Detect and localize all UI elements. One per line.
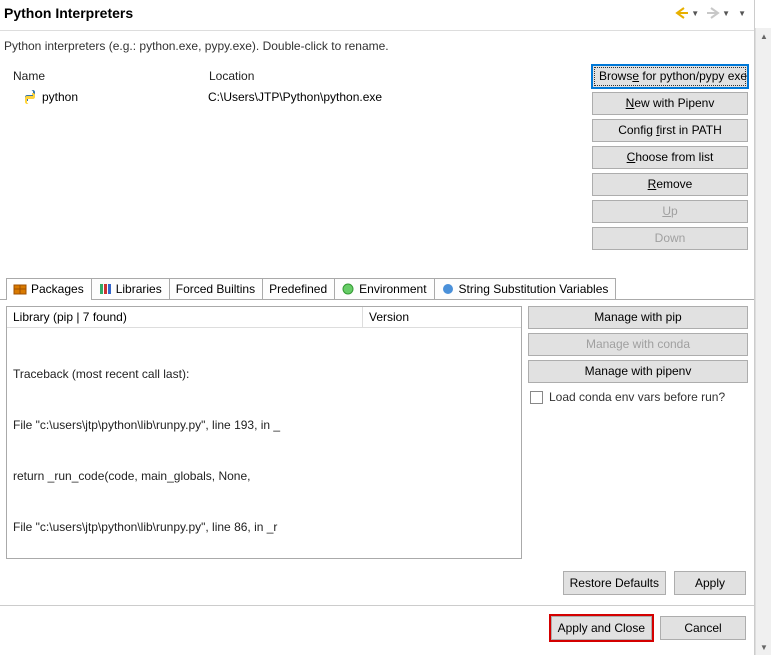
manage-with-pip-button[interactable]: Manage with pip xyxy=(528,306,748,329)
forward-arrow-icon[interactable]: ▼ xyxy=(703,4,732,22)
environment-icon xyxy=(341,282,355,296)
packages-traceback: Traceback (most recent call last): File … xyxy=(7,328,521,558)
tab-predefined[interactable]: Predefined xyxy=(262,278,335,299)
packages-panel[interactable]: Library (pip | 7 found) Version Tracebac… xyxy=(6,306,522,559)
checkbox-icon[interactable] xyxy=(530,391,543,404)
new-with-pipenv-button[interactable]: New with Pipenv xyxy=(592,92,748,115)
tab-label: Predefined xyxy=(269,282,327,296)
back-dropdown-icon[interactable]: ▼ xyxy=(691,9,699,18)
browse-button[interactable]: Browse for python/pypy exe xyxy=(592,65,748,88)
table-row[interactable]: python C:\Users\JTP\Python\python.exe xyxy=(6,87,586,107)
tab-label: String Substitution Variables xyxy=(459,282,609,296)
page-title: Python Interpreters xyxy=(4,5,133,21)
nav-history: ▼ ▼ ▼ xyxy=(672,4,746,22)
column-header-location[interactable]: Location xyxy=(202,65,586,87)
scroll-down-icon[interactable]: ▼ xyxy=(756,639,771,655)
manage-with-pipenv-button[interactable]: Manage with pipenv xyxy=(528,360,748,383)
column-header-version[interactable]: Version xyxy=(363,307,521,327)
apply-button[interactable]: Apply xyxy=(674,571,746,595)
restore-defaults-button[interactable]: Restore Defaults xyxy=(563,571,666,595)
string-sub-icon xyxy=(441,282,455,296)
tab-label: Packages xyxy=(31,282,84,296)
back-arrow-icon[interactable]: ▼ xyxy=(672,4,701,22)
manage-with-conda-button: Manage with conda xyxy=(528,333,748,356)
forward-dropdown-icon[interactable]: ▼ xyxy=(722,9,730,18)
tab-packages[interactable]: Packages xyxy=(6,278,92,300)
libraries-icon xyxy=(98,282,112,296)
config-first-in-path-button[interactable]: Config first in PATH xyxy=(592,119,748,142)
cancel-button[interactable]: Cancel xyxy=(660,616,746,640)
tab-forced-builtins[interactable]: Forced Builtins xyxy=(169,278,263,299)
description-text: Python interpreters (e.g.: python.exe, p… xyxy=(0,35,754,63)
down-button: Down xyxy=(592,227,748,250)
tab-label: Environment xyxy=(359,282,426,296)
apply-and-close-button[interactable]: Apply and Close xyxy=(551,616,652,640)
view-menu-dropdown-icon[interactable]: ▼ xyxy=(738,9,746,18)
column-header-library[interactable]: Library (pip | 7 found) xyxy=(7,307,363,327)
tab-libraries[interactable]: Libraries xyxy=(91,278,170,299)
tab-string-substitution[interactable]: String Substitution Variables xyxy=(434,278,617,299)
interpreter-location: C:\Users\JTP\Python\python.exe xyxy=(202,90,586,104)
packages-icon xyxy=(13,282,27,296)
checkbox-label: Load conda env vars before run? xyxy=(549,390,725,404)
column-header-name[interactable]: Name xyxy=(6,65,202,87)
interpreter-name: python xyxy=(42,90,78,104)
tabs-bar: Packages Libraries Forced Builtins Prede… xyxy=(0,277,754,300)
vertical-scrollbar[interactable]: ▲ ▼ xyxy=(755,28,771,655)
scroll-up-icon[interactable]: ▲ xyxy=(756,28,771,44)
remove-button[interactable]: Remove xyxy=(592,173,748,196)
tab-environment[interactable]: Environment xyxy=(334,278,434,299)
choose-from-list-button[interactable]: Choose from list xyxy=(592,146,748,169)
interpreters-table[interactable]: Name Location python C:\Users\JTP\Python… xyxy=(6,65,586,275)
up-button: Up xyxy=(592,200,748,223)
tab-label: Forced Builtins xyxy=(176,282,255,296)
load-conda-checkbox-row[interactable]: Load conda env vars before run? xyxy=(528,387,748,407)
tab-label: Libraries xyxy=(116,282,162,296)
python-icon xyxy=(22,89,38,105)
